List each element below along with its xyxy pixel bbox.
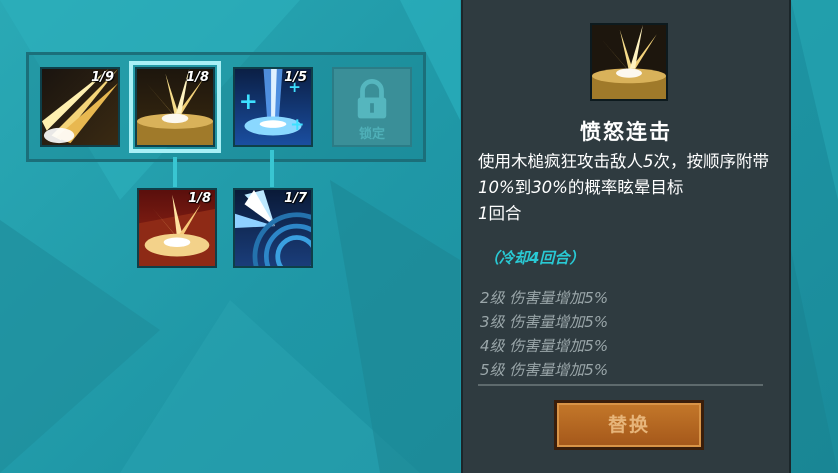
desc-text: 回合 bbox=[488, 204, 522, 223]
divider bbox=[478, 384, 763, 386]
skill-slot-red-burst[interactable]: 1/8 bbox=[137, 188, 217, 268]
desc-number: 5 bbox=[643, 152, 654, 171]
skill-description: 使用木槌疯狂攻击敌人5次，按顺序附带 10%到30%的概率眩晕目标 1回合 bbox=[478, 149, 783, 227]
skill-slot-rage-combo[interactable]: 1/8 bbox=[129, 61, 221, 153]
desc-text: 次，按顺序附带 bbox=[653, 152, 770, 171]
skill-level: 1/7 bbox=[284, 191, 307, 206]
upgrade-row: 4级 伤害量增加5% bbox=[480, 337, 609, 355]
svg-text:+: + bbox=[239, 89, 258, 115]
desc-number: 10% bbox=[478, 178, 515, 197]
tree-connector bbox=[270, 150, 274, 187]
skill-level: 1/5 bbox=[284, 70, 307, 85]
desc-number: 30% bbox=[531, 178, 568, 197]
skill-slot-slash[interactable]: 1/9 bbox=[40, 67, 120, 147]
skill-level: 1/8 bbox=[186, 70, 209, 85]
skill-detail-panel: 愤怒连击 使用木槌疯狂攻击敌人5次，按顺序附带 10%到30%的概率眩晕目标 1回合… bbox=[461, 0, 791, 473]
svg-text:+: + bbox=[290, 115, 304, 135]
burst-icon bbox=[592, 25, 666, 99]
desc-text: 到 bbox=[514, 178, 532, 197]
skill-slot-blue-burst[interactable]: + + + 1/5 bbox=[233, 67, 313, 147]
desc-text: 使用木槌疯狂攻击敌人 bbox=[478, 152, 643, 171]
skill-level: 1/9 bbox=[91, 70, 114, 85]
skill-title: 愤怒连击 bbox=[580, 120, 672, 144]
upgrade-row: 5级 伤害量增加5% bbox=[480, 361, 609, 379]
replace-button[interactable]: 替换 bbox=[554, 400, 704, 450]
desc-text: 的概率眩晕目标 bbox=[567, 178, 684, 197]
cooldown-text: （冷却4回合） bbox=[484, 249, 585, 267]
upgrade-row: 2级 伤害量增加5% bbox=[480, 289, 609, 307]
desc-number: 1 bbox=[478, 204, 489, 223]
upgrade-list: 2级 伤害量增加5% 3级 伤害量增加5% 4级 伤害量增加5% 5级 伤害量增… bbox=[480, 286, 608, 382]
selected-skill-icon bbox=[590, 23, 668, 101]
upgrade-row: 3级 伤害量增加5% bbox=[480, 313, 609, 331]
tree-connector bbox=[173, 157, 177, 187]
locked-label: 锁定 bbox=[358, 127, 385, 142]
skill-slot-locked[interactable]: 锁定 bbox=[332, 67, 412, 147]
skill-level: 1/8 bbox=[188, 191, 211, 206]
skill-slot-shockwave[interactable]: 1/7 bbox=[233, 188, 313, 268]
